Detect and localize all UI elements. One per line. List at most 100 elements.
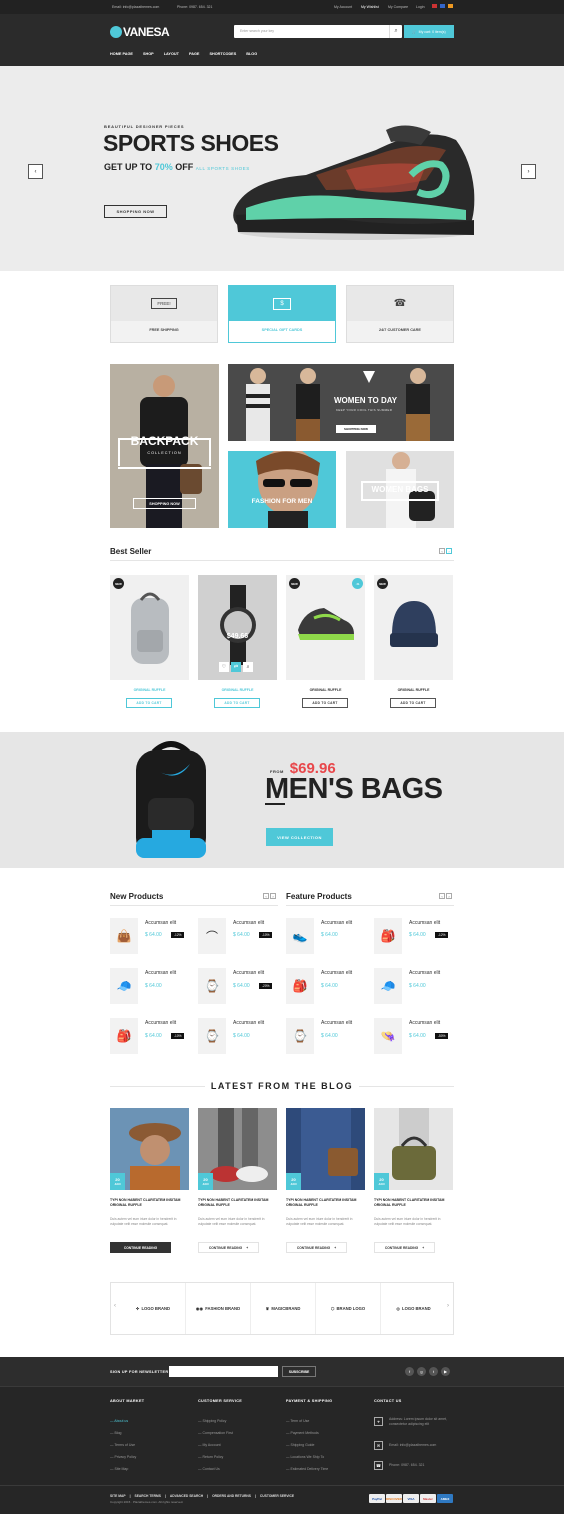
chevron-right-icon[interactable]: › — [446, 893, 452, 899]
topbar-link-compare[interactable]: My Compare — [388, 5, 408, 9]
hero-shop-button[interactable]: SHOPPING NOW — [104, 205, 167, 218]
flag-icon[interactable] — [448, 4, 453, 8]
women-today-banner[interactable]: WOMEN TO DAY KEEP YOUR COOL THIS SUMMER … — [228, 364, 454, 441]
product-name[interactable]: Accumsan elit — [233, 1020, 264, 1026]
footer-link[interactable]: — Compensation First — [198, 1431, 233, 1435]
brand-logo[interactable]: ⬡ BRAND LOGO — [316, 1283, 381, 1334]
logo[interactable]: VANESA — [110, 24, 170, 40]
continue-reading-button[interactable]: CONTINUE READING + — [374, 1242, 435, 1253]
search-icon[interactable]: ⌕ — [389, 25, 402, 38]
product-name[interactable]: Accumsan elit — [321, 920, 352, 926]
slider-next-button[interactable]: › — [521, 164, 536, 179]
backpack-banner[interactable]: BACKPACK COLLECTION SHOPPING NOW — [110, 364, 219, 528]
women-bags-banner[interactable]: WOMEN BAGS — [346, 451, 454, 528]
search-input[interactable]: Enter search your key — [234, 25, 402, 38]
continue-reading-button[interactable]: CONTINUE READING + — [286, 1242, 347, 1253]
product-name[interactable]: Accumsan elit — [145, 920, 176, 926]
nav-page[interactable]: PAGE — [189, 52, 199, 62]
product-name[interactable]: ORIGINAL RUFFLE — [110, 688, 189, 692]
product-card[interactable]: NEW — [110, 575, 189, 680]
blog-post-title[interactable]: TYPI NON HABENT CLARITATEM INSITAM ORIGI… — [110, 1198, 189, 1209]
product-name[interactable]: Accumsan elit — [409, 970, 440, 976]
facebook-icon[interactable]: f — [405, 1367, 414, 1376]
flag-icon[interactable] — [440, 4, 445, 8]
add-to-cart-button[interactable]: ADD TO CART — [390, 698, 436, 708]
footer-link[interactable]: — Site Map — [110, 1467, 128, 1471]
product-name[interactable]: Accumsan elit — [321, 970, 352, 976]
chevron-left-icon[interactable]: ‹ — [439, 893, 445, 899]
product-card[interactable]: NEW -% — [286, 575, 365, 680]
product-card[interactable]: NEW — [374, 575, 453, 680]
brand-logo[interactable]: ◉◉ FASHION BRAND — [186, 1283, 251, 1334]
newsletter-email-input[interactable] — [169, 1366, 278, 1377]
watch-image[interactable]: ⌚ — [198, 968, 226, 1004]
footer-link[interactable]: — Privacy Policy — [110, 1455, 136, 1459]
blog-post-title[interactable]: TYPI NON HABENT CLARITATEM INSITAM ORIGI… — [198, 1198, 277, 1209]
nav-home[interactable]: HOME PAGE — [110, 52, 133, 62]
footer-link[interactable]: — Locations We Ship To — [286, 1455, 324, 1459]
chevron-right-icon[interactable]: › — [446, 548, 452, 554]
watch-image[interactable]: ⌚ — [198, 1018, 226, 1054]
chevron-left-icon[interactable]: ‹ — [439, 548, 445, 554]
zoom-icon[interactable]: ⌕ — [243, 662, 253, 672]
cap-image[interactable]: 🧢 — [110, 968, 138, 1004]
chevron-left-icon[interactable]: ‹ — [263, 893, 269, 899]
chevron-right-icon[interactable]: › — [447, 1303, 449, 1309]
topbar-link-account[interactable]: My Account — [334, 5, 352, 9]
nav-layout[interactable]: LAYOUT — [164, 52, 179, 62]
product-card[interactable]: $49.66 ♡ ⇄ ⌕ — [198, 575, 277, 680]
women-shop-button[interactable]: SHOPPING NOW — [336, 425, 376, 433]
bottom-link[interactable]: SEARCH TERMS — [135, 1494, 161, 1498]
footer-link[interactable]: — Contact Us — [198, 1467, 220, 1471]
shoe-image[interactable]: 👟 — [286, 918, 314, 954]
product-name[interactable]: Accumsan elit — [409, 920, 440, 926]
add-to-cart-button[interactable]: ADD TO CART — [302, 698, 348, 708]
brand-logo[interactable]: ◎ LOGO BRAND — [381, 1283, 446, 1334]
subscribe-button[interactable]: SUBSCRIBE — [282, 1366, 316, 1377]
compare-icon[interactable]: ⇄ — [231, 662, 241, 672]
youtube-icon[interactable]: ▶ — [441, 1367, 450, 1376]
fashion-men-banner[interactable]: FASHION FOR MEN — [228, 451, 336, 528]
footer-link[interactable]: — Shipping Policy — [198, 1419, 226, 1423]
bottom-link[interactable]: CUSTOMER SERVICE — [260, 1494, 294, 1498]
product-name[interactable]: Accumsan elit — [145, 1020, 176, 1026]
bag-image[interactable]: 👜 — [110, 918, 138, 954]
footer-link[interactable]: — Payment Methods — [286, 1431, 319, 1435]
topbar-link-wishlist[interactable]: My Wishlist — [361, 5, 379, 9]
footer-link[interactable]: — Return Policy — [198, 1455, 223, 1459]
add-to-cart-button[interactable]: ADD TO CART — [214, 698, 260, 708]
nav-blog[interactable]: BLOG — [246, 52, 257, 62]
blog-post-title[interactable]: TYPI NON HABENT CLARITATEM INSITAM ORIGI… — [286, 1198, 365, 1209]
feature-gift-cards[interactable]: $ SPECIAL GIFT CARDS — [228, 285, 336, 343]
feature-free-shipping[interactable]: FREE! FREE SHIPPING — [110, 285, 218, 343]
brand-logo[interactable]: ✣ LOGO BRAND — [121, 1283, 186, 1334]
topbar-link-login[interactable]: Login — [416, 5, 425, 9]
bottom-link[interactable]: ADVANCED SEARCH — [170, 1494, 203, 1498]
bottom-link[interactable]: ORDERS AND RETURNS — [212, 1494, 251, 1498]
footer-link[interactable]: — My Account — [198, 1443, 221, 1447]
nav-shortcodes[interactable]: SHORTCODES — [209, 52, 236, 62]
product-name[interactable]: Accumsan elit — [145, 970, 176, 976]
flag-icon[interactable] — [432, 4, 437, 8]
nav-shop[interactable]: SHOP — [143, 52, 154, 62]
contact-email[interactable]: Email: info@plazathemes.com — [389, 1443, 436, 1447]
footer-link[interactable]: — Terms of Use — [110, 1443, 135, 1447]
slider-prev-button[interactable]: ‹ — [28, 164, 43, 179]
product-name[interactable]: Accumsan elit — [233, 970, 264, 976]
continue-reading-button[interactable]: CONTINUE READING — [110, 1242, 171, 1253]
product-name[interactable]: ORIGINAL RUFFLE — [286, 688, 365, 692]
google-plus-icon[interactable]: g — [417, 1367, 426, 1376]
feature-customer-care[interactable]: ☎ 24/7 CUSTOMER CARE — [346, 285, 454, 343]
watch-image[interactable]: ⌚ — [286, 1018, 314, 1054]
footer-link[interactable]: — About us — [110, 1419, 128, 1423]
footer-link[interactable]: — Shipping Guide — [286, 1443, 314, 1447]
backpack-image[interactable]: 🎒 — [110, 1018, 138, 1054]
footer-link[interactable]: — Term of Use — [286, 1419, 309, 1423]
product-name[interactable]: Accumsan elit — [321, 1020, 352, 1026]
bottom-link[interactable]: SITE MAP — [110, 1494, 126, 1498]
footer-link[interactable]: — Estimated Delivery Time — [286, 1467, 328, 1471]
product-name[interactable]: ORIGINAL RUFFLE — [374, 688, 453, 692]
chevron-left-icon[interactable]: ‹ — [114, 1303, 116, 1309]
product-name[interactable]: Accumsan elit — [233, 920, 264, 926]
hat-image[interactable]: 👒 — [374, 1018, 402, 1054]
